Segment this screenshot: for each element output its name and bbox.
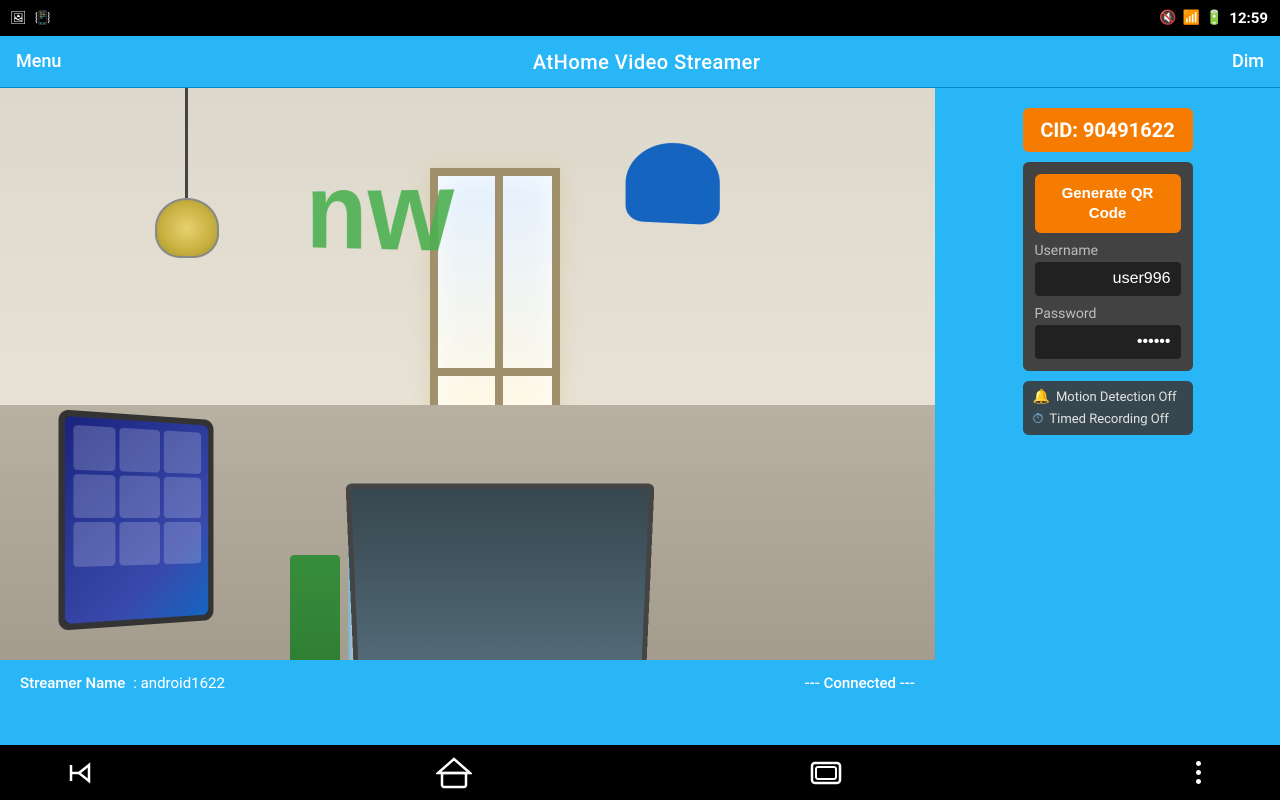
more-options-button[interactable]	[1176, 751, 1220, 795]
username-input[interactable]	[1035, 262, 1181, 296]
motion-detection-label: Motion Detection Off	[1056, 390, 1177, 405]
password-group: Password	[1035, 306, 1181, 359]
status-bar: 🖼 📳 🔇 📶 🔋 12:59	[0, 0, 1280, 36]
home-icon	[436, 757, 472, 789]
info-panel: 🔔 Motion Detection Off ⏱ Timed Recording…	[1023, 381, 1193, 435]
back-icon	[67, 760, 97, 786]
dim-button[interactable]: Dim	[1232, 51, 1264, 72]
wifi-icon: 📶	[1182, 10, 1199, 26]
motion-detection-icon: 🔔	[1033, 389, 1050, 405]
camera-feed: nw	[0, 88, 935, 705]
app-icon-1	[73, 425, 115, 471]
cid-box: CID: 90491622	[1023, 108, 1193, 152]
mute-icon: 🔇	[1159, 10, 1176, 26]
more-dot-2	[1196, 770, 1201, 775]
app-icon-9	[163, 522, 201, 564]
tablet-left	[59, 409, 214, 630]
status-time: 12:59	[1229, 9, 1268, 27]
app-icon-3	[163, 430, 201, 473]
more-icon	[1196, 761, 1201, 784]
laptop-screen-content	[351, 489, 649, 676]
notification-icon-1: 🖼	[10, 11, 27, 26]
app-title: AtHome Video Streamer	[533, 50, 761, 74]
wall-letters: nw	[306, 145, 454, 279]
menu-button[interactable]: Menu	[16, 51, 61, 72]
status-right-icons: 🔇 📶 🔋 12:59	[1159, 9, 1268, 27]
notification-icon-2: 📳	[35, 11, 51, 26]
more-dot-1	[1196, 761, 1201, 766]
cid-label: CID: 90491622	[1040, 118, 1174, 142]
lamp-wire	[185, 88, 188, 208]
top-nav: Menu AtHome Video Streamer Dim	[0, 36, 1280, 88]
laptop-screen	[346, 484, 655, 681]
timed-recording-row[interactable]: ⏱ Timed Recording Off	[1033, 411, 1183, 427]
recents-icon	[810, 759, 842, 787]
home-button[interactable]	[432, 751, 476, 795]
streamer-name-prefix: Streamer Name	[20, 674, 125, 692]
username-group: Username	[1035, 243, 1181, 296]
password-label: Password	[1035, 306, 1181, 322]
camera-status-bar: Streamer Name : android1622 --- Connecte…	[0, 660, 935, 705]
connection-status: --- Connected ---	[805, 674, 915, 692]
generate-qr-button[interactable]: Generate QR Code	[1035, 174, 1181, 233]
streamer-name-value: : android1622	[133, 674, 225, 692]
password-input[interactable]	[1035, 325, 1181, 359]
main-content: nw	[0, 88, 1280, 750]
battery-icon: 🔋	[1206, 10, 1223, 26]
streamer-name-label: Streamer Name : android1622	[20, 673, 225, 692]
back-button[interactable]	[60, 751, 104, 795]
timed-recording-label: Timed Recording Off	[1049, 412, 1168, 427]
bottom-nav	[0, 745, 1280, 800]
app-icon-8	[120, 522, 160, 565]
recents-button[interactable]	[804, 751, 848, 795]
lamp-shade	[155, 198, 219, 258]
motion-detection-row[interactable]: 🔔 Motion Detection Off	[1033, 389, 1183, 405]
dark-panel: Generate QR Code Username Password	[1023, 162, 1193, 371]
app-icon-5	[120, 475, 160, 518]
app-icon-6	[163, 476, 201, 518]
camera-bg: nw	[0, 88, 935, 705]
app-icon-4	[73, 474, 115, 518]
username-label: Username	[1035, 243, 1181, 259]
timed-recording-icon: ⏱	[1033, 411, 1044, 427]
status-left-icons: 🖼 📳	[10, 11, 51, 26]
app-icon-2	[120, 428, 160, 472]
tablet-screen	[65, 416, 208, 624]
right-panel: CID: 90491622 Generate QR Code Username …	[935, 88, 1280, 750]
app-icon-7	[73, 522, 115, 566]
more-dot-3	[1196, 779, 1201, 784]
